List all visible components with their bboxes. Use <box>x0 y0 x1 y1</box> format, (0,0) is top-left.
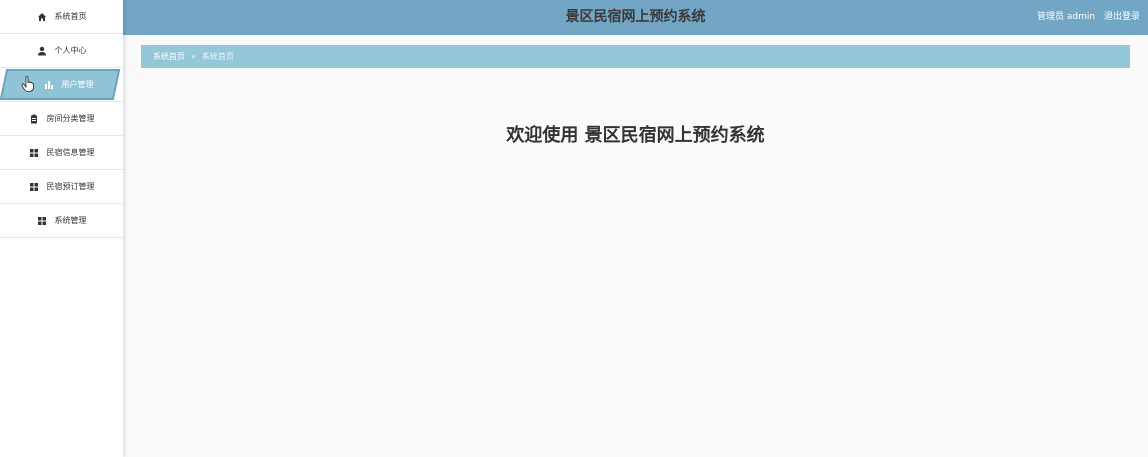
sidebar-item-room-category[interactable]: 房间分类管理 <box>0 102 123 136</box>
grid-icon <box>29 182 39 192</box>
clipboard-icon <box>29 114 39 124</box>
home-icon <box>37 12 47 22</box>
grid-icon <box>37 216 47 226</box>
sidebar-item-label: 个人中心 <box>54 46 87 55</box>
sidebar: 系统首页 个人中心 用户管理 房间分类管理 民宿信息管理 民宿预订管理 系统管理 <box>0 0 123 457</box>
sidebar-item-label: 房间分类管理 <box>46 114 95 123</box>
sidebar-item-system-management[interactable]: 系统管理 <box>0 204 123 238</box>
breadcrumb-separator: » <box>191 52 196 61</box>
user-icon <box>37 46 47 56</box>
sidebar-item-label: 民宿信息管理 <box>46 148 95 157</box>
top-header: 景区民宿网上预约系统 管理员 admin 退出登录 <box>123 0 1148 35</box>
app-title: 景区民宿网上预约系统 <box>565 9 706 25</box>
bar-chart-icon <box>44 80 54 90</box>
breadcrumb-home-link[interactable]: 系统首页 <box>153 51 185 62</box>
sidebar-item-home[interactable]: 系统首页 <box>0 0 123 34</box>
sidebar-item-personal-center[interactable]: 个人中心 <box>0 34 123 68</box>
breadcrumb-current: 系统首页 <box>201 52 234 61</box>
sidebar-item-label: 民宿预订管理 <box>46 182 95 191</box>
header-user-area: 管理员 admin 退出登录 <box>1031 0 1140 35</box>
admin-user-label: 管理员 admin <box>1037 12 1096 22</box>
welcome-heading: 欢迎使用 景区民宿网上预约系统 <box>506 125 765 146</box>
sidebar-item-label: 用户管理 <box>61 80 94 89</box>
logout-link[interactable]: 退出登录 <box>1104 12 1140 22</box>
sidebar-item-label: 系统首页 <box>54 12 87 21</box>
sidebar-item-homestay-booking[interactable]: 民宿预订管理 <box>0 170 123 204</box>
main-content: 系统首页 » 系统首页 欢迎使用 景区民宿网上预约系统 <box>123 35 1148 457</box>
breadcrumb: 系统首页 » 系统首页 <box>141 45 1130 68</box>
sidebar-item-user-management[interactable]: 用户管理 <box>0 68 123 102</box>
grid-icon <box>29 148 39 158</box>
sidebar-item-homestay-info[interactable]: 民宿信息管理 <box>0 136 123 170</box>
sidebar-item-label: 系统管理 <box>54 216 87 225</box>
